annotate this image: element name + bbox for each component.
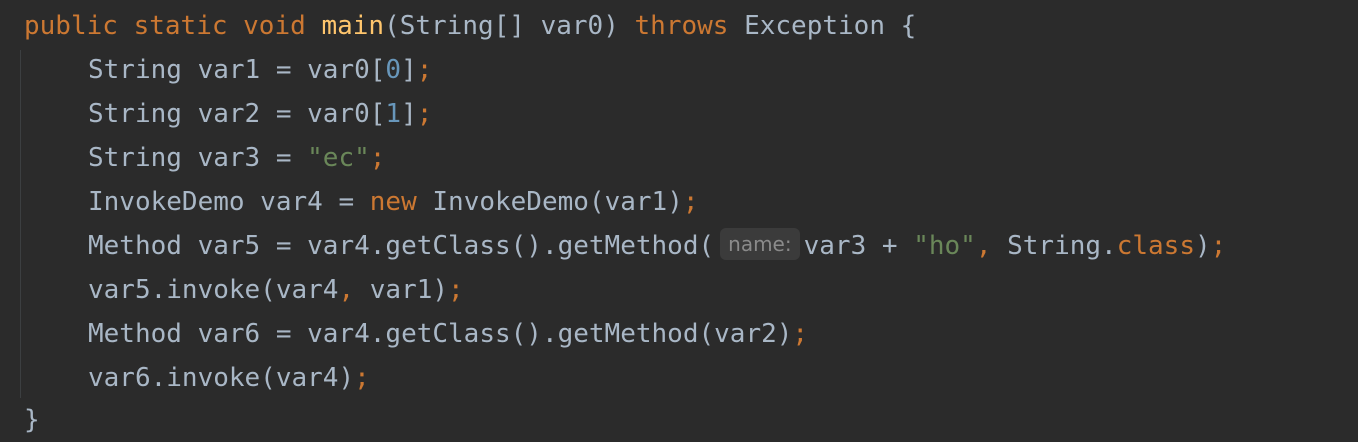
code-text: InvokeDemo(var1) xyxy=(416,187,683,217)
string-literal: "ec" xyxy=(307,143,370,173)
code-text: var1) xyxy=(354,275,449,305)
code-line-8[interactable]: Method var6 = var4.getClass().getMethod(… xyxy=(0,312,808,356)
code-line-2[interactable]: String var1 = var0[0]; xyxy=(0,48,432,92)
code-text: Method var6 = var4.getClass().getMethod(… xyxy=(88,319,793,349)
keyword-void: void xyxy=(243,11,306,41)
closing-brace: } xyxy=(24,405,40,435)
parameter-name-hint: name: xyxy=(720,227,800,260)
semicolon: ; xyxy=(354,363,370,393)
code-text: String var3 = xyxy=(88,143,308,173)
code-text: ] xyxy=(401,55,417,85)
code-line-4[interactable]: String var3 = "ec"; xyxy=(0,136,385,180)
keyword-throws: throws xyxy=(634,11,729,41)
semicolon: ; xyxy=(792,319,809,349)
number-literal: 0 xyxy=(385,55,402,85)
keyword-class: class xyxy=(1116,231,1195,261)
code-text: String var1 = var0[ xyxy=(88,55,386,85)
code-text: var6.invoke(var4) xyxy=(88,363,355,393)
code-line-10[interactable]: } xyxy=(0,398,40,442)
method-name: main xyxy=(321,11,385,41)
keyword-new: new xyxy=(369,187,417,217)
semicolon: ; xyxy=(369,143,386,173)
code-line-6[interactable]: Method var5 = var4.getClass().getMethod(… xyxy=(0,224,1226,268)
code-editor[interactable]: public static void main(String[] var0) t… xyxy=(0,0,1358,442)
semicolon: ; xyxy=(1210,231,1227,261)
code-text: ) xyxy=(1194,231,1211,261)
code-text: String. xyxy=(991,231,1117,261)
code-line-3[interactable]: String var2 = var0[1]; xyxy=(0,92,432,136)
semicolon: ; xyxy=(682,187,699,217)
string-literal: "ho" xyxy=(913,231,976,261)
code-text: Method var5 = var4.getClass().getMethod( xyxy=(88,231,715,261)
code-line-7[interactable]: var5.invoke(var4, var1); xyxy=(0,268,464,312)
comma: , xyxy=(975,231,992,261)
code-text: ] xyxy=(401,99,417,129)
code-text: var3 + xyxy=(803,231,914,261)
number-literal: 1 xyxy=(385,99,402,129)
code-text: var5.invoke(var4 xyxy=(88,275,339,305)
code-line-5[interactable]: InvokeDemo var4 = new InvokeDemo(var1); xyxy=(0,180,699,224)
keyword-public: public xyxy=(24,11,118,41)
semicolon: ; xyxy=(416,99,433,129)
keyword-static: static xyxy=(133,11,228,41)
semicolon: ; xyxy=(448,275,464,305)
code-text: String var2 = var0[ xyxy=(88,99,386,129)
method-signature: (String[] var0) xyxy=(384,11,635,41)
code-text: InvokeDemo var4 = xyxy=(88,187,370,217)
code-line-1[interactable]: public static void main(String[] var0) t… xyxy=(0,4,916,48)
semicolon: ; xyxy=(416,55,433,85)
exception-clause: Exception { xyxy=(728,11,917,41)
comma: , xyxy=(338,275,355,305)
code-line-9[interactable]: var6.invoke(var4); xyxy=(0,356,370,400)
